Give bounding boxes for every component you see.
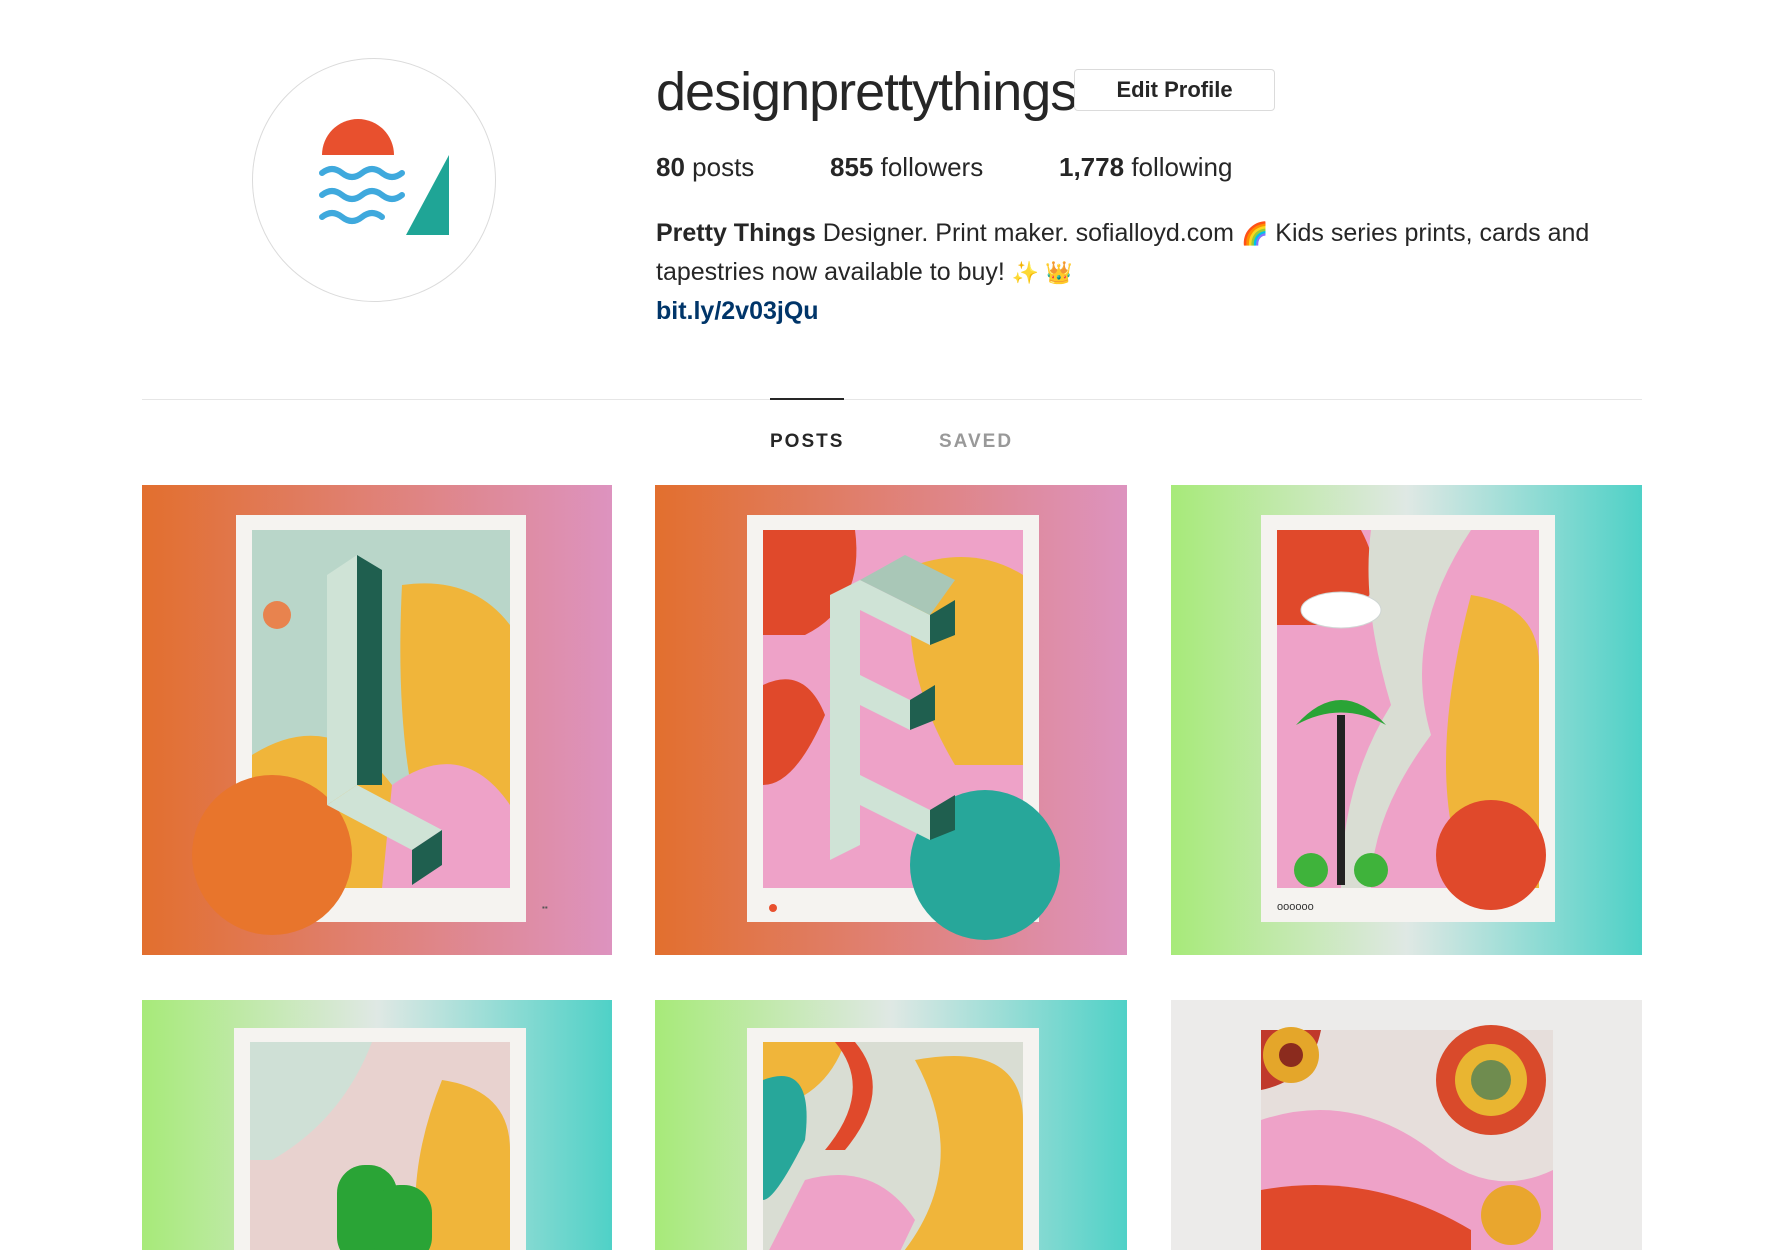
tabs-divider bbox=[142, 399, 1642, 400]
green-cactus-print-image bbox=[142, 1000, 612, 1250]
profile-username: designprettythings bbox=[656, 62, 1077, 122]
pressed-flowers-print-image bbox=[1171, 1000, 1642, 1250]
profile-avatar[interactable] bbox=[252, 58, 496, 302]
following-stat[interactable]: 1,778 following bbox=[1059, 150, 1232, 184]
rainbow-icon: 🌈 bbox=[1240, 221, 1269, 246]
post-tile-5[interactable] bbox=[655, 1000, 1127, 1250]
bio-text: Designer. Print maker. sofialloyd.com bbox=[822, 219, 1234, 247]
letter-L-print-image: ▪▪ bbox=[142, 485, 612, 955]
bio-link[interactable]: bit.ly/2v03jQu bbox=[656, 292, 1656, 330]
bio-name: Pretty Things bbox=[656, 219, 816, 247]
profile-bio: Pretty Things Designer. Print maker. sof… bbox=[656, 214, 1656, 330]
tab-posts[interactable]: POSTS bbox=[770, 430, 844, 454]
following-label: following bbox=[1131, 152, 1233, 182]
post-3-caption: oooooo bbox=[1277, 901, 1314, 913]
sparkles-crown-icon: ✨ 👑 bbox=[1011, 260, 1073, 285]
tab-active-indicator bbox=[770, 398, 844, 400]
svg-text:▪▪: ▪▪ bbox=[542, 903, 548, 912]
sun-waves-triangle-logo-icon bbox=[319, 119, 449, 235]
palm-tree-print-image: oooooo bbox=[1171, 485, 1642, 955]
following-count: 1,778 bbox=[1059, 152, 1125, 182]
posts-label: posts bbox=[692, 152, 755, 182]
abstract-shapes-print-image bbox=[655, 1000, 1127, 1250]
post-tile-4[interactable] bbox=[142, 1000, 612, 1250]
post-tile-3[interactable]: oooooo bbox=[1171, 485, 1642, 955]
followers-stat[interactable]: 855 followers bbox=[830, 150, 983, 184]
edit-profile-button[interactable]: Edit Profile bbox=[1074, 69, 1275, 111]
followers-count: 855 bbox=[830, 152, 874, 182]
posts-count: 80 bbox=[656, 152, 685, 182]
post-tile-6[interactable] bbox=[1171, 1000, 1642, 1250]
letter-E-print-image bbox=[655, 485, 1127, 955]
posts-stat: 80 posts bbox=[656, 150, 754, 184]
post-tile-2[interactable] bbox=[655, 485, 1127, 955]
tab-saved[interactable]: SAVED bbox=[939, 430, 1013, 454]
post-tile-1[interactable]: ▪▪ bbox=[142, 485, 612, 955]
followers-label: followers bbox=[880, 152, 984, 182]
